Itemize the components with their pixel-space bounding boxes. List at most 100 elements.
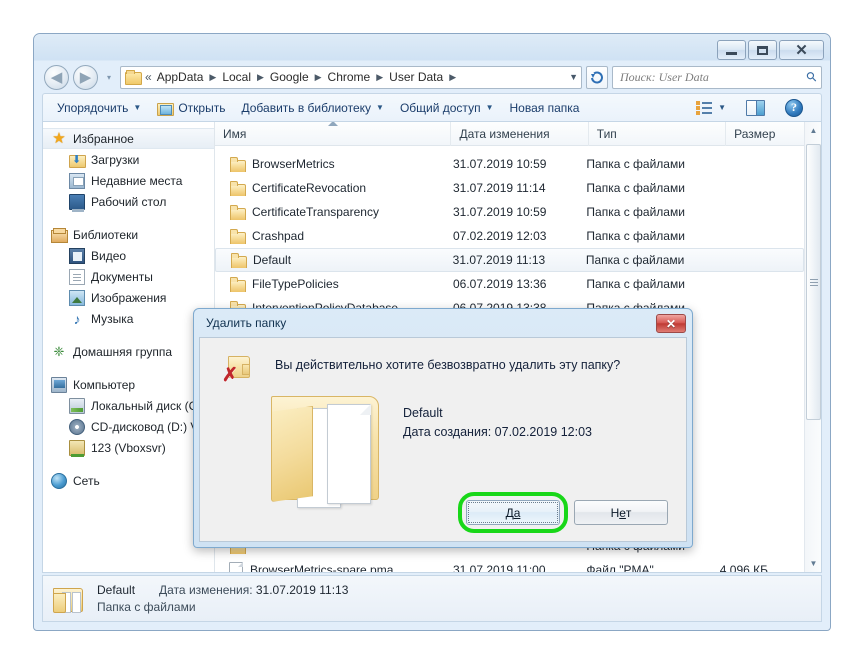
back-button[interactable]: ◀ (44, 64, 69, 90)
column-header-modified[interactable]: Дата изменения (451, 122, 589, 146)
folder-download-icon (69, 152, 86, 168)
sidebar-item-desktop[interactable]: Рабочий стол (43, 191, 215, 212)
minimize-button[interactable] (717, 40, 746, 60)
sidebar-item-recent-places[interactable]: Недавние места (43, 170, 215, 191)
share-button[interactable]: Общий доступ ▼ (392, 98, 502, 118)
sidebar-item-cd-drive[interactable]: CD-дисковод (D:) V (43, 416, 215, 437)
sidebar-item-music[interactable]: ♪ Музыка (43, 308, 215, 329)
breadcrumb-separator[interactable]: ▶ (209, 72, 216, 83)
close-button[interactable]: ✕ (779, 40, 824, 60)
breadcrumb-overflow[interactable]: « (145, 70, 152, 84)
table-row[interactable]: FileTypePolicies 06.07.2019 13:36 Папка … (215, 272, 804, 296)
no-button[interactable]: Нет (574, 500, 668, 525)
sidebar-item-label: CD-дисковод (D:) V (91, 419, 199, 434)
dialog-body: ✗ Вы действительно хотите безвозвратно у… (199, 337, 687, 542)
file-name: FileTypePolicies (252, 277, 339, 291)
file-modified: 06.07.2019 13:36 (453, 277, 547, 291)
sidebar-item-computer[interactable]: Компьютер (43, 374, 215, 395)
homegroup-icon: ❈ (53, 343, 65, 359)
table-row-selected[interactable]: Default 31.07.2019 11:13 Папка с файлами (215, 248, 804, 272)
maximize-button[interactable] (748, 40, 777, 60)
sidebar-item-network[interactable]: Сеть (43, 470, 215, 491)
breadcrumb-item-local[interactable]: Local (221, 69, 252, 85)
table-row[interactable]: BrowserMetrics 31.07.2019 10:59 Папка с … (215, 152, 804, 176)
window-titlebar[interactable]: ✕ (35, 35, 829, 63)
column-header-name[interactable]: Имя (215, 122, 452, 146)
breadcrumb-item-chrome[interactable]: Chrome (327, 69, 372, 85)
computer-icon (51, 376, 67, 393)
status-text: Default Дата изменения: 31.07.2019 11:13… (97, 583, 348, 614)
address-dropdown-icon[interactable]: ▼ (569, 67, 578, 88)
breadcrumb-separator[interactable]: ▶ (257, 72, 264, 83)
preview-pane-button[interactable] (738, 97, 773, 119)
command-bar-right: ▼ ? (688, 96, 815, 120)
refresh-button[interactable] (586, 65, 608, 89)
table-row[interactable]: CertificateTransparency 31.07.2019 10:59… (215, 200, 804, 224)
folder-icon (229, 180, 246, 196)
sidebar-item-label: Загрузки (91, 152, 140, 167)
folder-icon (229, 276, 246, 292)
yes-button-prefix: Д (505, 505, 514, 520)
table-row[interactable]: BrowserMetrics-spare.pma 31.07.2019 11:0… (215, 558, 804, 572)
recent-locations-button[interactable]: ▾ (102, 66, 116, 88)
sidebar-item-local-disk[interactable]: Локальный диск (C (43, 395, 215, 416)
sidebar-item-homegroup[interactable]: ❈ Домашняя группа (43, 341, 215, 362)
chevron-down-icon: ▼ (376, 103, 384, 112)
search-input[interactable]: Поиск: User Data (620, 70, 807, 85)
scrollbar-thumb[interactable] (806, 144, 821, 420)
breadcrumb-item-google[interactable]: Google (269, 69, 310, 85)
new-folder-button[interactable]: Новая папка (501, 98, 587, 118)
sidebar-item-network-drive[interactable]: 123 (Vboxsvr) (43, 437, 215, 458)
breadcrumb-separator[interactable]: ▶ (376, 72, 383, 83)
sidebar-item-favorites[interactable]: ★ Избранное (43, 128, 215, 149)
window-controls: ✕ (717, 40, 824, 60)
sidebar-item-libraries[interactable]: Библиотеки (43, 224, 215, 245)
status-bar: Default Дата изменения: 31.07.2019 11:13… (42, 575, 822, 622)
sidebar-item-documents[interactable]: Документы (43, 266, 215, 287)
table-row[interactable]: CertificateRevocation 31.07.2019 11:14 П… (215, 176, 804, 200)
address-bar[interactable]: « AppData ▶ Local ▶ Google ▶ Chrome ▶ Us… (120, 65, 582, 89)
dialog-buttons: Да Нет (458, 492, 668, 533)
folder-icon (229, 228, 246, 244)
navigation-pane[interactable]: ★ Избранное Загрузки Недавние места Рабо… (43, 122, 215, 572)
dialog-titlebar[interactable]: Удалить папку ✕ (194, 309, 692, 337)
sidebar-item-video[interactable]: Видео (43, 245, 215, 266)
created-value: 07.02.2019 12:03 (494, 425, 592, 439)
breadcrumb-separator[interactable]: ▶ (449, 72, 456, 83)
column-header-type[interactable]: Тип (589, 122, 727, 146)
open-button[interactable]: Открыть (149, 98, 233, 118)
scroll-up-button[interactable]: ▲ (805, 122, 821, 139)
breadcrumb-item-appdata[interactable]: AppData (156, 69, 205, 85)
network-drive-icon (69, 439, 85, 457)
status-line-1: Default Дата изменения: 31.07.2019 11:13 (97, 583, 348, 597)
documents-icon (69, 268, 85, 285)
search-box[interactable]: Поиск: User Data ⚲ (612, 65, 822, 89)
close-icon: ✕ (795, 41, 808, 59)
yes-button-accel: а (513, 505, 521, 520)
organize-button[interactable]: Упорядочить ▼ (49, 98, 149, 118)
sidebar-item-label: 123 (Vboxsvr) (91, 440, 166, 455)
sidebar-item-label: Рабочий стол (91, 194, 167, 209)
vertical-scrollbar[interactable]: ▲ ▼ (804, 122, 821, 572)
file-modified: 31.07.2019 11:14 (453, 181, 546, 195)
breadcrumb-separator[interactable]: ▶ (315, 72, 322, 83)
yes-button[interactable]: Да (466, 500, 560, 525)
sidebar-item-pictures[interactable]: Изображения (43, 287, 215, 308)
scroll-down-button[interactable]: ▼ (805, 555, 821, 572)
preview-pane-icon (746, 99, 765, 116)
add-to-library-button[interactable]: Добавить в библиотеку ▼ (233, 98, 391, 118)
breadcrumb-item-user-data[interactable]: User Data (388, 69, 444, 85)
sidebar-item-label: Недавние места (91, 173, 183, 188)
change-view-button[interactable]: ▼ (688, 97, 734, 118)
delete-folder-dialog: Удалить папку ✕ ✗ Вы действительно хотит… (193, 308, 693, 548)
column-header-label: Дата изменения (459, 126, 550, 141)
table-row[interactable]: Crashpad 07.02.2019 12:03 Папка с файлам… (215, 224, 804, 248)
help-button[interactable]: ? (777, 96, 811, 120)
sidebar-item-downloads[interactable]: Загрузки (43, 149, 215, 170)
forward-button[interactable]: ▶ (73, 64, 98, 90)
dialog-close-button[interactable]: ✕ (656, 314, 686, 333)
folder-icon (229, 204, 246, 220)
